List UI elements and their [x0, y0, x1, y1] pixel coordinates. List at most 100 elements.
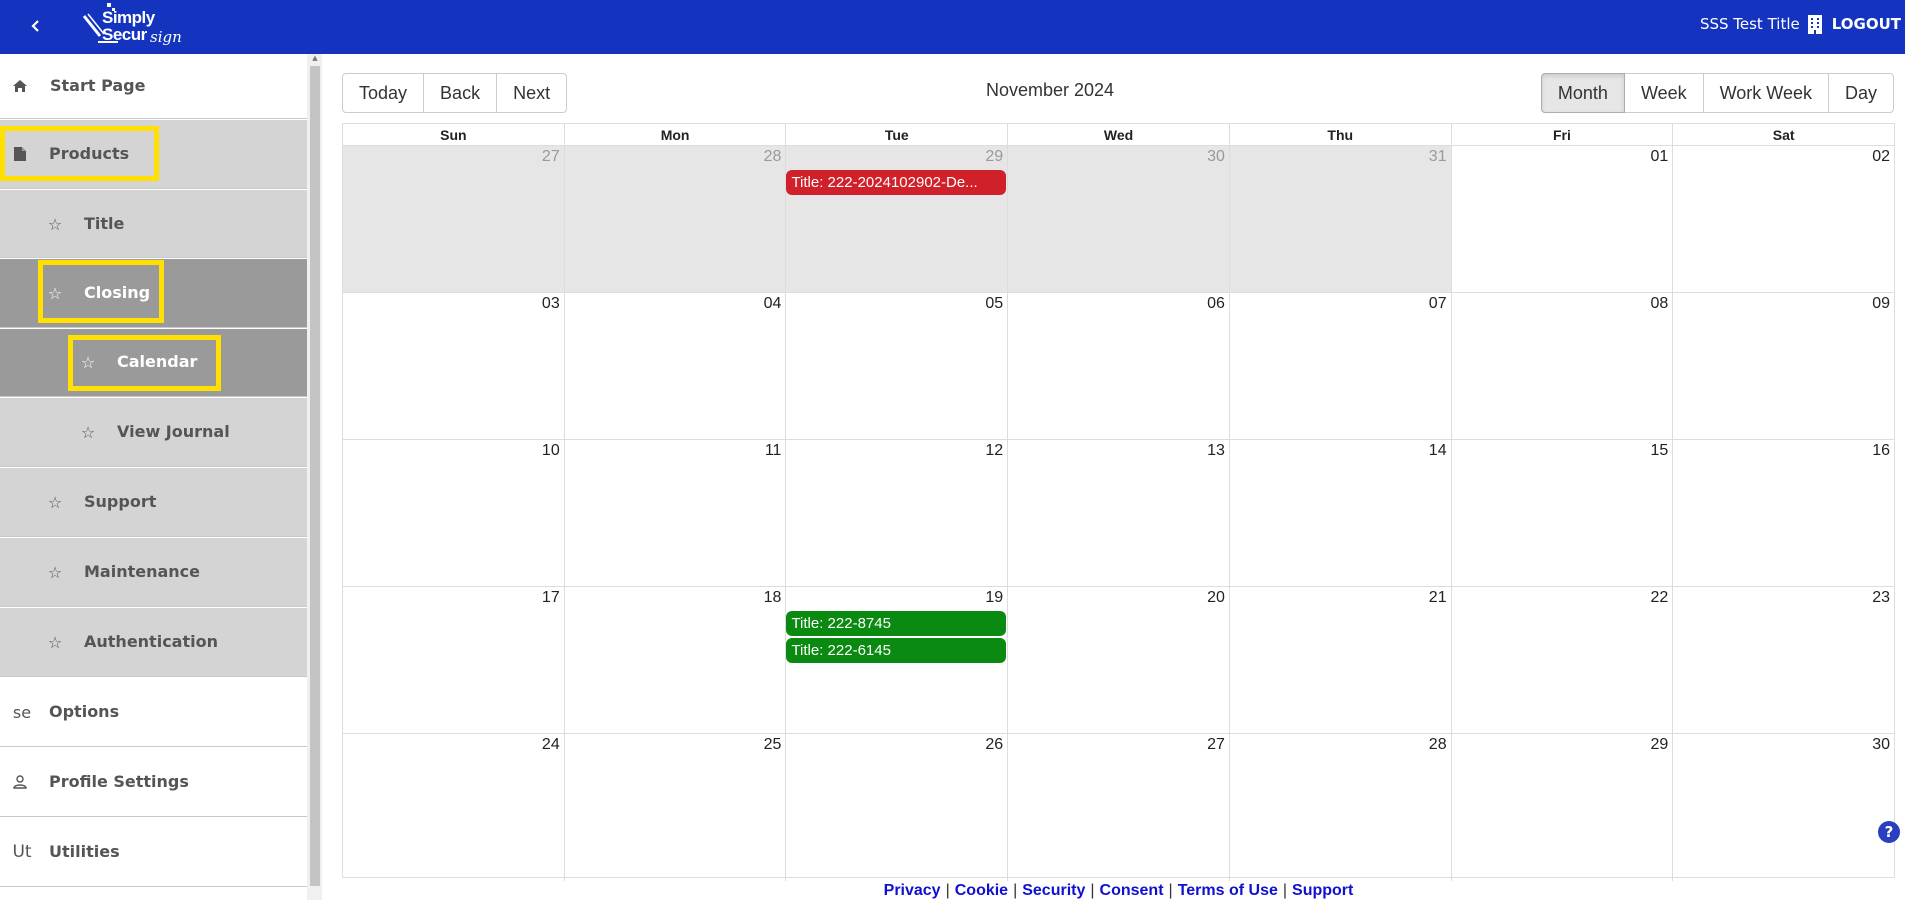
day-cell[interactable]: 10 [343, 440, 564, 586]
sidebar-item-maintenance[interactable]: ☆ Maintenance [0, 538, 307, 607]
sidebar-item-authentication[interactable]: ☆ Authentication [0, 608, 307, 677]
help-question-icon[interactable]: ? [1878, 821, 1900, 843]
day-number[interactable]: 04 [764, 295, 782, 313]
day-number[interactable]: 30 [1872, 736, 1890, 754]
day-number[interactable]: 02 [1872, 148, 1890, 166]
day-number[interactable]: 07 [1429, 295, 1447, 313]
day-cell[interactable]: 09 [1672, 293, 1894, 439]
day-cell[interactable]: 27 [343, 146, 564, 292]
sidebar-item-start-page[interactable]: Start Page [0, 54, 307, 119]
day-cell[interactable]: 30 [1672, 734, 1894, 881]
next-button[interactable]: Next [497, 73, 568, 113]
day-number[interactable]: 23 [1872, 589, 1890, 607]
work-week-view-button[interactable]: Work Week [1703, 73, 1829, 113]
day-cell[interactable]: 29 [1450, 734, 1673, 881]
day-cell[interactable]: 14 [1228, 440, 1451, 586]
day-number[interactable]: 30 [1207, 148, 1225, 166]
day-number[interactable]: 25 [764, 736, 782, 754]
consent-link[interactable]: Consent [1100, 882, 1164, 899]
day-cell[interactable]: 20 [1007, 587, 1229, 733]
month-view-button[interactable]: Month [1540, 73, 1625, 113]
day-number[interactable]: 28 [764, 148, 782, 166]
day-number[interactable]: 15 [1651, 442, 1669, 460]
day-cell[interactable]: 11 [563, 440, 786, 586]
day-number[interactable]: 28 [1429, 736, 1447, 754]
day-cell[interactable]: 07 [1228, 293, 1451, 439]
day-cell[interactable]: 24 [343, 734, 564, 881]
day-number[interactable]: 20 [1207, 589, 1225, 607]
day-cell[interactable]: 29 Title: 222-2024102902-De... [785, 146, 1008, 292]
calendar-event[interactable]: Title: 222-2024102902-De... [786, 170, 1007, 195]
day-number[interactable]: 01 [1651, 148, 1669, 166]
day-number[interactable]: 06 [1207, 295, 1225, 313]
day-view-button[interactable]: Day [1828, 73, 1894, 113]
day-number[interactable]: 11 [765, 442, 782, 460]
day-number[interactable]: 27 [1207, 736, 1225, 754]
day-cell[interactable]: 06 [1007, 293, 1229, 439]
day-cell[interactable]: 28 [1228, 734, 1451, 881]
day-number[interactable]: 24 [542, 736, 560, 754]
sidebar-item-view-journal[interactable]: ☆ View Journal [0, 398, 307, 467]
day-cell[interactable]: 12 [785, 440, 1007, 586]
day-cell[interactable]: 25 [563, 734, 786, 881]
back-button[interactable]: Back [424, 73, 498, 113]
simplysecursign-logo[interactable]: Simply Secur sign [80, 2, 190, 50]
day-cell[interactable]: 17 [343, 587, 564, 733]
privacy-link[interactable]: Privacy [884, 882, 941, 899]
day-number[interactable]: 03 [542, 295, 560, 313]
day-number[interactable]: 21 [1429, 589, 1447, 607]
today-button[interactable]: Today [342, 73, 425, 113]
day-number[interactable]: 10 [542, 442, 560, 460]
sidebar-item-utilities[interactable]: Ut Utilities [0, 818, 307, 887]
day-cell[interactable]: 27 [1007, 734, 1229, 881]
day-number[interactable]: 12 [985, 442, 1003, 460]
sidebar-item-title[interactable]: ☆ Title [0, 190, 307, 258]
day-number[interactable]: 13 [1207, 442, 1225, 460]
cookie-link[interactable]: Cookie [955, 882, 1008, 899]
day-number[interactable]: 29 [1651, 736, 1669, 754]
day-cell[interactable]: 02 [1672, 146, 1894, 292]
calendar-event[interactable]: Title: 222-8745 [786, 611, 1007, 636]
day-cell[interactable]: 03 [343, 293, 564, 439]
sidebar-scrollbar[interactable]: ▲ [307, 54, 322, 900]
day-number[interactable]: 18 [764, 589, 782, 607]
day-cell[interactable]: 05 [785, 293, 1007, 439]
day-number[interactable]: 08 [1651, 295, 1669, 313]
security-link[interactable]: Security [1022, 882, 1085, 899]
day-number[interactable]: 17 [542, 589, 560, 607]
day-cell[interactable]: 13 [1007, 440, 1229, 586]
day-number[interactable]: 14 [1429, 442, 1447, 460]
day-number[interactable]: 05 [985, 295, 1003, 313]
week-view-button[interactable]: Week [1624, 73, 1704, 113]
day-cell[interactable]: 01 [1450, 146, 1673, 292]
day-number[interactable]: 31 [1429, 148, 1447, 166]
day-cell[interactable]: 18 [563, 587, 786, 733]
day-cell[interactable]: 15 [1450, 440, 1673, 586]
day-cell[interactable]: 22 [1450, 587, 1673, 733]
day-cell[interactable]: 19 Title: 222-8745 Title: 222-6145 [785, 587, 1007, 733]
logout-button[interactable]: LOGOUT [1832, 15, 1901, 33]
day-number[interactable]: 16 [1872, 442, 1890, 460]
sidebar-item-profile-settings[interactable]: Profile Settings [0, 748, 307, 817]
day-cell[interactable]: 08 [1450, 293, 1673, 439]
back-chevron-icon[interactable] [22, 12, 50, 40]
day-number[interactable]: 19 [985, 589, 1003, 607]
day-number[interactable]: 26 [985, 736, 1003, 754]
day-cell[interactable]: 21 [1228, 587, 1451, 733]
terms-of-use-link[interactable]: Terms of Use [1178, 882, 1278, 899]
day-cell[interactable]: 04 [563, 293, 786, 439]
support-link[interactable]: Support [1292, 882, 1353, 899]
day-cell[interactable]: 26 [785, 734, 1007, 881]
day-number[interactable]: 09 [1872, 295, 1890, 313]
calendar-event[interactable]: Title: 222-6145 [786, 638, 1007, 663]
day-cell[interactable]: 23 [1672, 587, 1894, 733]
day-cell[interactable]: 30 [1007, 146, 1229, 292]
day-number[interactable]: 29 [985, 148, 1003, 166]
day-number[interactable]: 22 [1651, 589, 1669, 607]
scroll-up-arrow-icon[interactable]: ▲ [310, 54, 320, 64]
sidebar-item-options[interactable]: sе Options [0, 678, 307, 747]
scrollbar-thumb[interactable] [310, 66, 320, 886]
day-cell[interactable]: 31 [1228, 146, 1451, 292]
day-cell[interactable]: 28 [563, 146, 786, 292]
day-cell[interactable]: 16 [1672, 440, 1894, 586]
